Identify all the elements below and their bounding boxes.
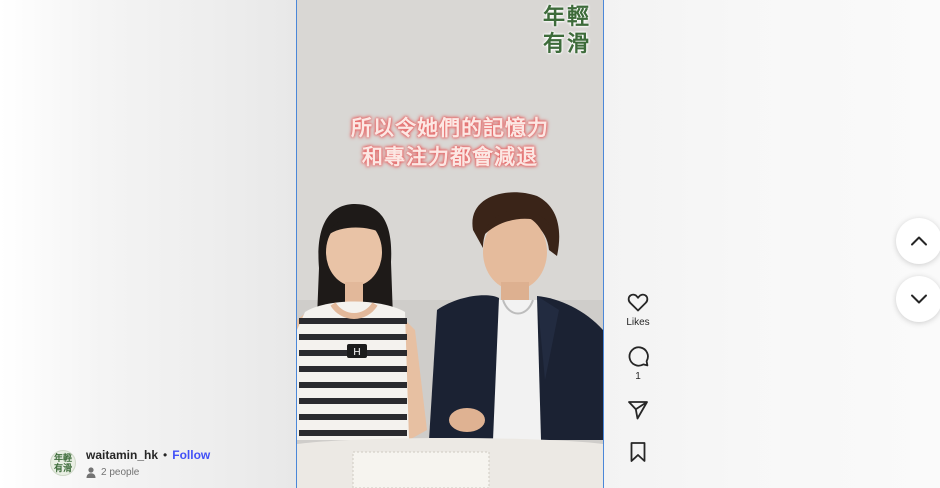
follow-button[interactable]: Follow	[172, 448, 210, 462]
tagged-people[interactable]: 2 people	[86, 467, 210, 478]
video-player[interactable]: H 年輕 有滑 所以令她們的記憶力 和專注力都會減退	[296, 0, 604, 488]
chevron-down-icon	[911, 294, 927, 304]
watermark-line-1: 年輕	[542, 5, 591, 30]
chevron-up-icon	[911, 236, 927, 246]
comment-count: 1	[635, 371, 641, 382]
bookmark-icon	[630, 442, 646, 462]
notebook	[353, 452, 489, 488]
comment-bubble-icon	[628, 346, 649, 367]
like-button[interactable]: Likes	[618, 290, 658, 328]
avatar[interactable]: 年輕有滑	[50, 450, 76, 476]
post-author: 年輕有滑 waitamin_hk • Follow 2 people	[50, 448, 210, 478]
channel-watermark: 年輕 有滑	[539, 4, 595, 58]
video-caption: 所以令她們的記憶力 和專注力都會減退	[297, 114, 603, 172]
avatar-text: 年輕有滑	[53, 454, 72, 474]
heart-icon	[627, 293, 649, 312]
separator-dot: •	[163, 448, 168, 462]
person-icon	[86, 467, 96, 478]
save-button[interactable]	[618, 440, 658, 464]
left-backdrop	[0, 0, 296, 488]
username-link[interactable]: waitamin_hk	[86, 448, 158, 462]
striped-top	[297, 301, 409, 440]
video-frame-scene: H	[297, 0, 603, 488]
previous-post-button[interactable]	[896, 218, 940, 264]
mic-label: H	[353, 347, 360, 358]
next-post-button[interactable]	[896, 276, 940, 322]
paper-plane-icon	[628, 401, 648, 420]
comment-button[interactable]: 1	[618, 344, 658, 382]
people-count: 2 people	[101, 467, 140, 478]
action-rail: Likes 1	[618, 290, 658, 464]
caption-line-2: 和專注力都會減退	[362, 145, 538, 169]
caption-line-1: 所以令她們的記憶力	[351, 116, 549, 140]
share-button[interactable]	[618, 398, 658, 422]
watermark-line-2: 有滑	[542, 32, 591, 57]
likes-label: Likes	[626, 317, 650, 328]
